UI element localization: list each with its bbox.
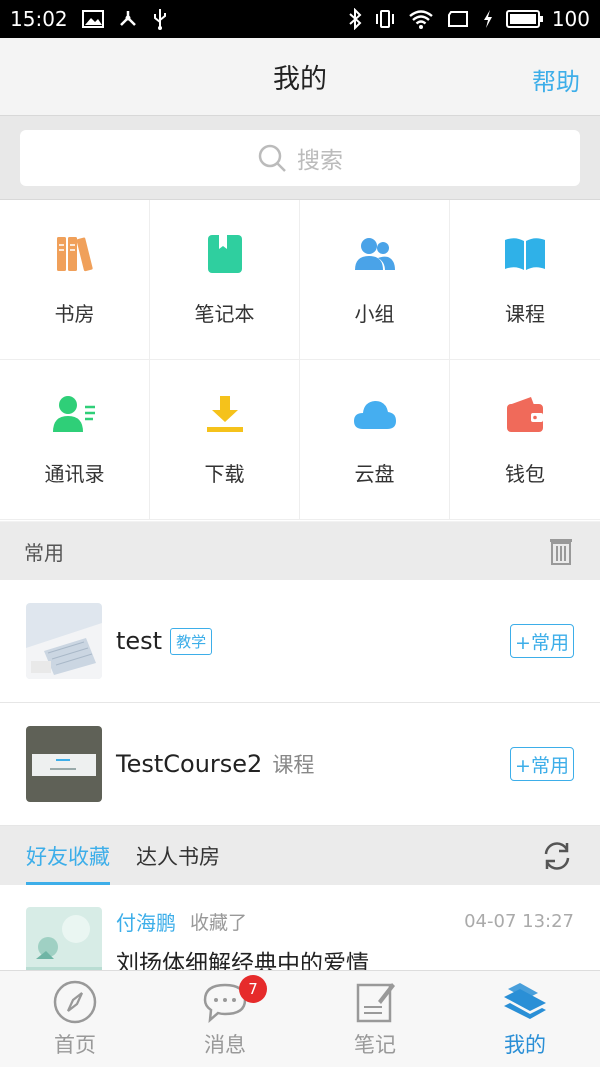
- tab-friend-collections[interactable]: 好友收藏: [26, 826, 110, 885]
- course-name: test: [116, 627, 163, 655]
- feed-body: 付海鹏 收藏了 04-07 13:27 刘扬体细解经典中的爱情: [116, 907, 574, 970]
- download-icon: [203, 392, 247, 436]
- layers-icon: [504, 983, 546, 1019]
- usb-icon: [153, 9, 166, 30]
- teaching-badge: 教学: [170, 627, 213, 655]
- nav-notes[interactable]: 笔记: [300, 971, 450, 1067]
- nav-label: 首页: [54, 1033, 96, 1057]
- section-title: 常用: [24, 540, 64, 565]
- nav-home[interactable]: 首页: [0, 971, 150, 1067]
- notebook-icon: [203, 232, 247, 276]
- add-common-button[interactable]: +常用: [510, 747, 574, 781]
- grid-item-contacts[interactable]: 通讯录: [0, 360, 150, 520]
- nav-mine[interactable]: 我的: [450, 971, 600, 1067]
- wifi-icon: [409, 10, 433, 29]
- image-notification-icon: [81, 10, 104, 28]
- search-icon: [258, 144, 286, 172]
- bluetooth-icon: [349, 8, 362, 30]
- status-time: 15:02: [10, 7, 68, 31]
- note-icon: [356, 983, 395, 1023]
- share-notification-icon: [119, 11, 136, 26]
- grid-item-notebook[interactable]: 笔记本: [150, 200, 300, 360]
- screen-rotation-icon: [447, 11, 468, 27]
- refresh-icon[interactable]: [540, 839, 574, 873]
- nav-label: 笔记: [354, 1033, 396, 1057]
- status-bar: 15:02 100: [0, 0, 600, 38]
- unread-badge: 7: [239, 975, 267, 1003]
- feed-thumbnail: [26, 907, 102, 970]
- common-section-header: 常用: [0, 522, 600, 580]
- nav-label: 消息: [204, 1033, 246, 1057]
- add-common-button[interactable]: +常用: [510, 624, 574, 658]
- grid-item-group[interactable]: 小组: [300, 200, 450, 360]
- group-icon: [353, 232, 397, 276]
- grid-item-label: 笔记本: [194, 302, 255, 326]
- grid-item-cloud[interactable]: 云盘: [300, 360, 450, 520]
- help-link[interactable]: 帮助: [532, 62, 580, 97]
- bookshelf-icon: [53, 232, 97, 276]
- feed-user-name[interactable]: 付海鹏: [116, 907, 176, 936]
- vibrate-icon: [375, 10, 394, 28]
- open-book-icon: [503, 232, 547, 276]
- wallet-icon: [503, 392, 547, 436]
- nav-label: 我的: [504, 1033, 546, 1057]
- grid-item-label: 下载: [204, 462, 245, 486]
- tab-expert-bookroom[interactable]: 达人书房: [136, 826, 220, 885]
- grid-item-course[interactable]: 课程: [450, 200, 600, 360]
- grid-item-label: 书房: [54, 302, 95, 326]
- grid-item-label: 云盘: [354, 462, 395, 486]
- course-thumbnail: [26, 726, 102, 802]
- feed-item[interactable]: 付海鹏 收藏了 04-07 13:27 刘扬体细解经典中的爱情: [0, 885, 600, 970]
- grid-item-wallet[interactable]: 钱包: [450, 360, 600, 520]
- search-placeholder: 搜索: [297, 148, 343, 174]
- feed-time: 04-07 13:27: [464, 911, 574, 932]
- search-input[interactable]: 搜索: [20, 130, 580, 186]
- collection-tabs: 好友收藏 达人书房: [0, 826, 600, 885]
- function-grid: 书房 笔记本 小组 课程 通讯录 下载 云盘 钱包: [0, 200, 600, 521]
- feed-action: 收藏了: [190, 912, 248, 934]
- page-title: 我的: [273, 64, 327, 95]
- cloud-icon: [353, 392, 397, 436]
- feed-text: 刘扬体细解经典中的爱情: [116, 951, 369, 970]
- course-thumbnail: [26, 603, 102, 679]
- common-list: test 教学 +常用 TestCourse2 课程 +常用: [0, 580, 600, 826]
- nav-messages[interactable]: 7 消息: [150, 971, 300, 1067]
- battery-icon: [505, 10, 543, 28]
- grid-item-bookroom[interactable]: 书房: [0, 200, 150, 360]
- grid-item-label: 钱包: [505, 462, 545, 486]
- course-tag: 课程: [272, 753, 315, 777]
- charging-icon: [483, 10, 492, 28]
- course-name: TestCourse2: [116, 750, 263, 778]
- list-item[interactable]: TestCourse2 课程 +常用: [0, 703, 600, 826]
- compass-icon: [53, 980, 97, 1024]
- trash-icon[interactable]: [546, 536, 576, 566]
- list-item[interactable]: test 教学 +常用: [0, 580, 600, 703]
- grid-item-label: 小组: [354, 302, 395, 326]
- grid-item-label: 课程: [505, 302, 545, 326]
- grid-item-label: 通讯录: [44, 462, 105, 486]
- search-area: 搜索: [0, 115, 600, 200]
- bottom-navigation: 首页 7 消息 笔记 我的: [0, 970, 600, 1067]
- battery-level: 100: [551, 7, 590, 31]
- contacts-icon: [52, 392, 97, 436]
- app-header: 我的 帮助: [0, 38, 600, 115]
- grid-item-download[interactable]: 下载: [150, 360, 300, 520]
